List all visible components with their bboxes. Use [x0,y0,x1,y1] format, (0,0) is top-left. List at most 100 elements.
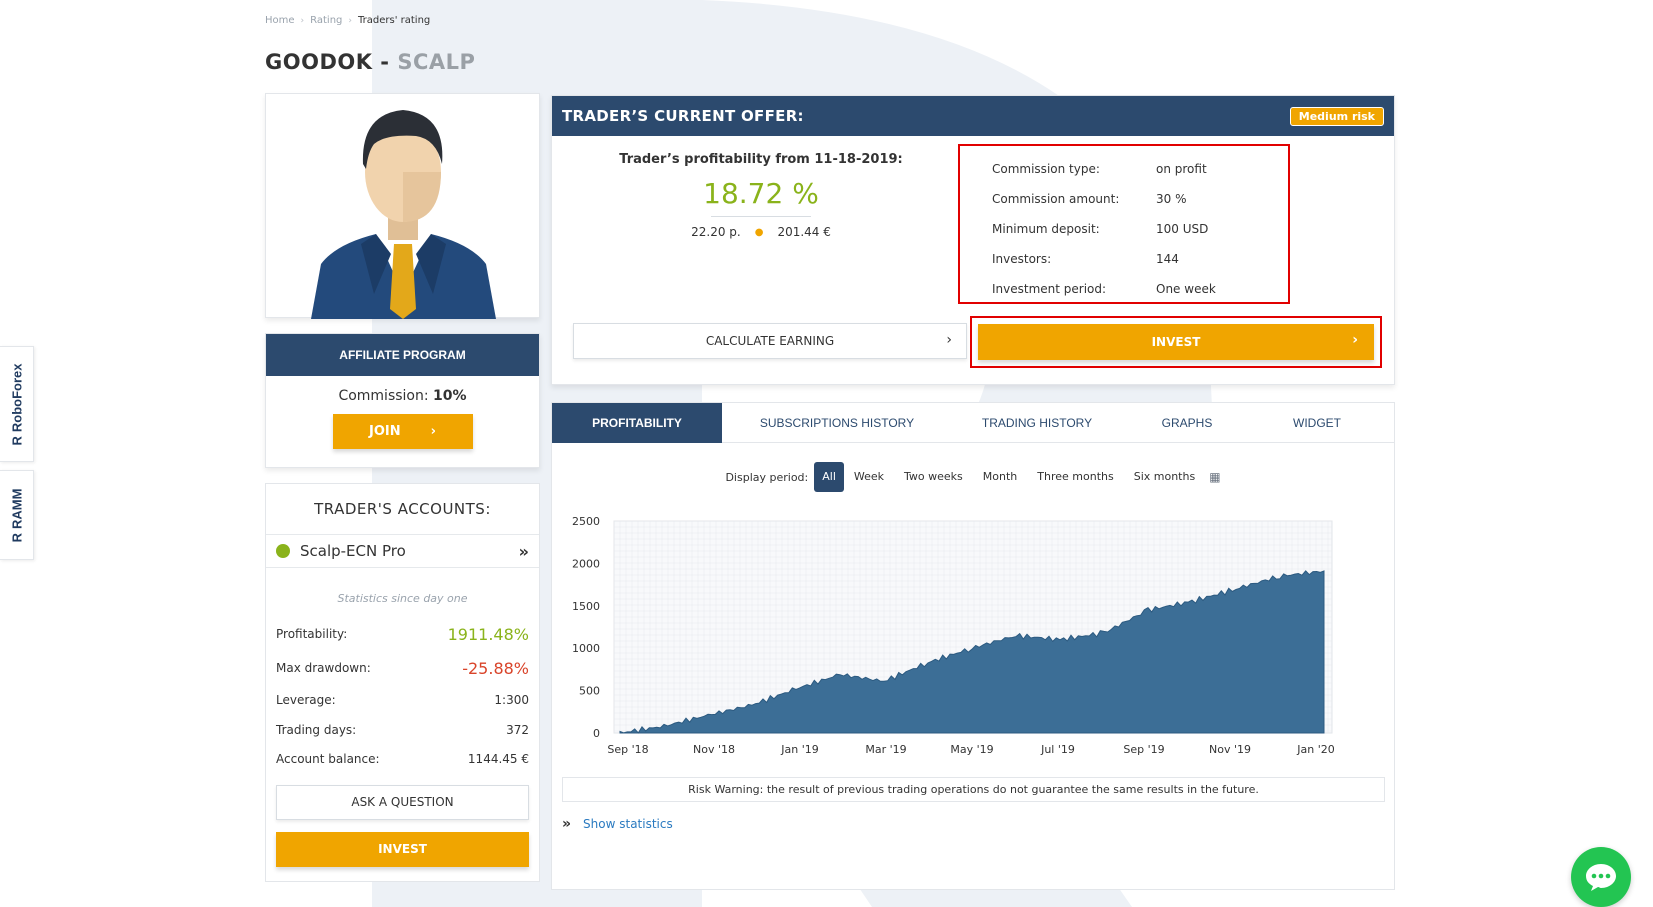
term-row: Minimum deposit: 100 USD [960,214,1288,244]
accounts-heading: TRADER'S ACCOUNTS: [314,500,491,518]
ramm-logo-icon: R [9,532,25,542]
stat-value: 372 [506,722,529,737]
x-tick-label: Mar '19 [865,743,906,756]
term-value: 100 USD [1156,222,1209,236]
tab-widget[interactable]: WIDGET [1252,403,1382,443]
breadcrumb-separator-icon: › [300,15,305,26]
x-tick-label: Sep '19 [1123,743,1164,756]
term-row: Commission amount: 30 % [960,184,1288,214]
right-column: TRADER’S CURRENT OFFER: Medium risk Trad… [551,95,1395,890]
term-label: Commission amount: [992,192,1120,206]
page-title: GOODOK - SCALP [265,50,475,74]
period-two-weeks[interactable]: Two weeks [894,462,973,492]
x-tick-label: Nov '18 [693,743,735,756]
trader-avatar-icon [311,110,496,319]
affiliate-commission-value: 10% [433,388,467,404]
affiliate-commission: Commission: 10% [266,388,539,404]
stats-caption: Statistics since day one [337,592,468,605]
chat-button[interactable] [1571,847,1631,907]
invest-button[interactable]: INVEST › [978,324,1374,360]
period-week[interactable]: Week [844,462,894,492]
breadcrumb-rating[interactable]: Rating [310,15,342,26]
stat-row-profitability: Profitability: 1911.48% [266,617,539,651]
ramm-side-tab[interactable]: R RAMM [0,470,34,560]
affiliate-commission-label: Commission: [338,388,434,404]
tab-subscriptions-history[interactable]: SUBSCRIPTIONS HISTORY [722,403,952,443]
term-label: Investors: [992,252,1052,266]
term-value: 30 % [1156,192,1187,206]
stat-value: 1911.48% [447,624,529,644]
calendar-icon[interactable]: ▦ [1209,470,1220,484]
join-label: JOIN [369,424,401,439]
tab-graphs[interactable]: GRAPHS [1122,403,1252,443]
display-period-label: Display period: [725,470,809,484]
period-three-months[interactable]: Three months [1027,462,1123,492]
period-all[interactable]: All [814,462,844,492]
profitability-sub-values: 22.20 р. ● 201.44 € [552,225,970,239]
invest-button-secondary[interactable]: INVEST [276,832,529,867]
sub-value-eur: 201.44 € [777,225,831,239]
divider [711,216,811,217]
stat-value: 1144.45 € [467,751,529,766]
trader-accounts-card: TRADER'S ACCOUNTS: Scalp-ECN Pro » Stati… [265,483,540,882]
chat-bubble-icon [1586,864,1616,891]
account-row[interactable]: Scalp-ECN Pro » [266,534,539,568]
affiliate-heading: AFFILIATE PROGRAM [266,334,539,376]
stat-value: 1:300 [494,693,529,707]
term-label: Investment period: [992,282,1107,296]
term-value: One week [1156,282,1216,296]
profitability-value: 18.72 % [703,177,819,210]
invest-label: INVEST [1151,335,1201,349]
y-tick-label: 500 [579,685,600,698]
period-month[interactable]: Month [973,462,1027,492]
roboforex-side-tab[interactable]: R RoboForex [0,346,34,462]
bullet-icon: ● [754,226,764,238]
period-six-months[interactable]: Six months [1124,462,1205,492]
stat-row-trading-days: Trading days: 372 [266,715,539,744]
show-statistics-label: Show statistics [583,817,673,831]
risk-warning: Risk Warning: the result of previous tra… [562,777,1385,802]
title-separator: - [372,50,398,74]
tab-profitability[interactable]: PROFITABILITY [552,403,722,443]
strategy-name: SCALP [397,50,476,74]
term-label: Minimum deposit: [992,222,1100,236]
term-label: Commission type: [992,162,1100,176]
ask-question-button[interactable]: ASK A QUESTION [276,785,529,820]
account-name: Scalp-ECN Pro [300,542,406,560]
tab-trading-history[interactable]: TRADING HISTORY [952,403,1122,443]
invest-highlight: INVEST › [970,316,1382,368]
x-tick-label: May '19 [950,743,993,756]
join-button[interactable]: JOIN › [332,414,473,449]
chevron-right-icon: › [1352,332,1358,348]
term-row: Commission type: on profit [960,154,1288,184]
stat-label: Profitability: [276,627,348,641]
breadcrumb: Home › Rating › Traders' rating [265,15,430,26]
calculate-earning-button[interactable]: CALCULATE EARNING › [573,323,967,359]
stat-label: Trading days: [276,722,357,737]
side-tabs: R RoboForex R RAMM [0,346,34,560]
double-chevron-right-icon: » [562,816,572,832]
y-tick-label: 1500 [572,600,600,613]
avatar [265,93,540,319]
profitability-chart: 2500 2000 1500 1000 500 0 Sep '18 Nov '18 Jan '1… [572,515,1335,756]
offer-card: TRADER’S CURRENT OFFER: Medium risk Trad… [551,95,1395,385]
chevron-right-icon: › [430,424,436,439]
show-statistics-link[interactable]: » Show statistics [562,816,673,832]
y-tick-label: 0 [593,727,600,740]
x-tick-label: Jan '20 [1296,743,1334,756]
stat-row-leverage: Leverage: 1:300 [266,685,539,715]
x-tick-label: Jan '19 [780,743,818,756]
x-tick-label: Nov '19 [1209,743,1251,756]
chevron-right-icon: › [946,332,952,348]
y-tick-label: 2500 [572,515,600,528]
stat-value: -25.88% [462,658,529,678]
term-row: Investment period: One week [960,274,1288,304]
breadcrumb-home[interactable]: Home [265,15,295,26]
term-value: on profit [1156,162,1207,176]
display-period-selector: Display period: All Week Two weeks Month… [552,461,1394,493]
double-chevron-right-icon[interactable]: » [519,542,529,561]
roboforex-logo-icon: R [9,435,25,446]
profitability-label: Trader’s profitability from 11-18-2019: [619,152,903,167]
sub-value-rub: 22.20 р. [691,225,741,239]
stat-label: Leverage: [276,693,336,707]
